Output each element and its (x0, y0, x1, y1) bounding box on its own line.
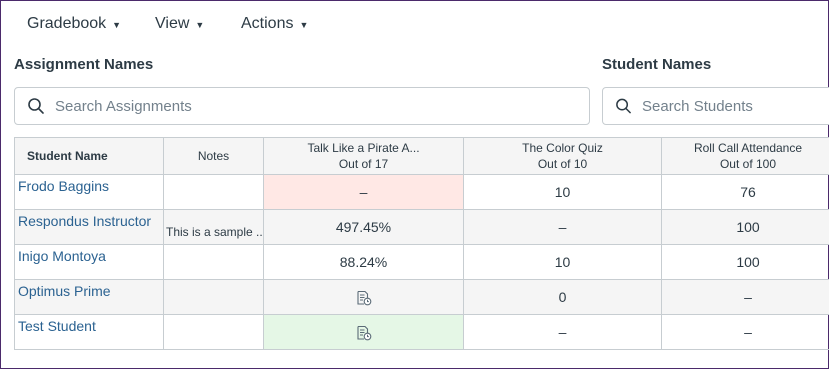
notes-column-header[interactable]: Notes (163, 137, 264, 175)
view-menu-label: View (155, 15, 190, 32)
grade-cell[interactable]: 0 (463, 279, 662, 315)
search-icon (616, 98, 631, 114)
assignment-search-input[interactable] (55, 97, 589, 115)
student-name-cell: Inigo Montoya (14, 244, 164, 280)
notes-cell[interactable] (163, 174, 264, 210)
student-name-cell: Test Student (14, 314, 164, 350)
chevron-down-icon: ▼ (112, 20, 122, 30)
student-link[interactable]: Inigo Montoya (18, 248, 106, 264)
grade-cell[interactable]: 100 (661, 209, 829, 245)
student-link[interactable]: Test Student (18, 318, 96, 334)
assignment-title: Talk Like a Pirate A... (307, 141, 420, 155)
table-row: Optimus Prime 0 – (14, 279, 829, 315)
grade-cell[interactable]: – (463, 314, 662, 350)
gradebook-grid: Student Name Notes Talk Like a Pirate A.… (14, 137, 829, 350)
grade-cell[interactable]: 497.45% (263, 209, 464, 245)
student-search-input[interactable] (642, 97, 829, 115)
grade-cell[interactable]: 10 (463, 244, 662, 280)
gradebook-menu-label: Gradebook (27, 15, 107, 32)
notes-cell[interactable] (163, 244, 264, 280)
grade-cell[interactable]: – (661, 279, 829, 315)
grade-cell[interactable]: 10 (463, 174, 662, 210)
grade-cell-submitted[interactable] (263, 314, 464, 350)
grade-cell[interactable]: – (463, 209, 662, 245)
grade-cell[interactable]: 100 (661, 244, 829, 280)
student-link[interactable]: Respondus Instructor (18, 213, 151, 229)
grid-header-row: Student Name Notes Talk Like a Pirate A.… (14, 137, 829, 175)
view-menu[interactable]: View ▼ (155, 15, 204, 33)
notes-cell[interactable]: This is a sample ... (163, 209, 264, 245)
actions-menu-label: Actions (241, 15, 294, 32)
notes-cell[interactable] (163, 279, 264, 315)
student-link[interactable]: Frodo Baggins (18, 178, 109, 194)
table-row: Inigo Montoya 88.24% 10 100 (14, 244, 829, 280)
document-clock-icon (356, 290, 371, 305)
student-name-cell: Frodo Baggins (14, 174, 164, 210)
grade-cell-missing[interactable]: – (263, 174, 464, 210)
student-names-label: Student Names (602, 56, 712, 73)
assignment-column-header-roll-call[interactable]: Roll Call Attendance Out of 100 (661, 137, 829, 175)
gradebook-menubar: Gradebook ▼ View ▼ Actions ▼ (1, 1, 828, 51)
grade-cell[interactable]: 88.24% (263, 244, 464, 280)
actions-menu[interactable]: Actions ▼ (241, 15, 308, 33)
notes-cell[interactable] (163, 314, 264, 350)
assignment-column-header-color-quiz[interactable]: The Color Quiz Out of 10 (463, 137, 662, 175)
table-row: Test Student – – (14, 314, 829, 350)
assignment-title: The Color Quiz (522, 141, 603, 155)
assignment-points: Out of 10 (537, 157, 588, 171)
student-search-box (602, 87, 829, 125)
assignment-title: Roll Call Attendance (693, 141, 803, 155)
student-link[interactable]: Optimus Prime (18, 283, 111, 299)
assignment-points: Out of 17 (338, 157, 389, 171)
chevron-down-icon: ▼ (299, 20, 309, 30)
assignment-search-box (14, 87, 590, 125)
assignment-names-label: Assignment Names (14, 56, 154, 73)
table-row: Respondus Instructor This is a sample ..… (14, 209, 829, 245)
student-name-cell: Optimus Prime (14, 279, 164, 315)
student-name-cell: Respondus Instructor (14, 209, 164, 245)
grade-cell[interactable] (263, 279, 464, 315)
student-name-column-header[interactable]: Student Name (14, 137, 164, 175)
assignment-points: Out of 100 (719, 157, 777, 171)
gradebook-menu[interactable]: Gradebook ▼ (27, 15, 121, 33)
table-row: Frodo Baggins – 10 76 (14, 174, 829, 210)
assignment-column-header-pirate[interactable]: Talk Like a Pirate A... Out of 17 (263, 137, 464, 175)
grade-cell[interactable]: 76 (661, 174, 829, 210)
document-clock-icon (356, 325, 371, 340)
chevron-down-icon: ▼ (195, 20, 205, 30)
grade-cell[interactable]: – (661, 314, 829, 350)
search-icon (28, 98, 44, 114)
